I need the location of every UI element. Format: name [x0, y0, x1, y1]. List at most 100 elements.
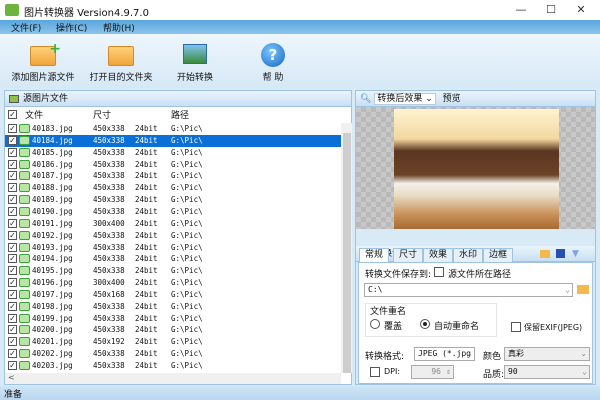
row-checkbox[interactable]: ✓ [8, 124, 17, 133]
row-checkbox[interactable]: ✓ [8, 289, 17, 299]
file-row[interactable]: ✓ 40188.jpg 450x338 24bit G:\Pic\ [5, 182, 341, 194]
source-files-header: 源图片文件 [5, 91, 351, 107]
menu-operation[interactable]: 操作(C) [56, 21, 87, 34]
file-row[interactable]: ✓ 40199.jpg 450x338 24bit G:\Pic\ [5, 313, 341, 325]
row-checkbox[interactable]: ✓ [8, 206, 17, 216]
file-row[interactable]: ✓ 40186.jpg 450x338 24bit G:\Pic\ [5, 159, 341, 171]
close-button[interactable]: ✕ [566, 2, 596, 18]
file-path: G:\Pic\ [171, 278, 203, 288]
file-row[interactable]: ✓ 40192.jpg 450x338 24bit G:\Pic\ [5, 230, 341, 242]
format-select[interactable]: JPEG (*.jpg ⌄ [414, 347, 475, 361]
tab-size[interactable]: 尺寸 [393, 248, 424, 263]
file-bit-depth: 24bit [135, 337, 158, 347]
dropdown-arrow-icon[interactable]: ▼ [572, 246, 579, 262]
row-checkbox[interactable]: ✓ [8, 135, 17, 145]
preview-label: 预览 [442, 94, 461, 104]
file-row[interactable]: ✓ 40195.jpg 450x338 24bit G:\Pic\ [5, 265, 341, 277]
row-checkbox[interactable]: ✓ [8, 301, 17, 311]
file-row[interactable]: ✓ 40189.jpg 450x338 24bit G:\Pic\ [5, 194, 341, 206]
convert-image-icon [183, 44, 207, 64]
file-row[interactable]: ✓ 40187.jpg 450x338 24bit G:\Pic\ [5, 170, 341, 182]
open-folder-icon[interactable] [540, 250, 550, 258]
start-convert-button[interactable]: 开始转换 [170, 34, 220, 88]
file-dimensions: 450x338 [93, 230, 125, 240]
color-select[interactable]: 真彩 ⌄ [504, 347, 590, 361]
column-header-path[interactable]: 路径 [171, 108, 189, 122]
row-checkbox[interactable]: ✓ [8, 313, 17, 323]
row-checkbox[interactable]: ✓ [8, 361, 17, 370]
file-path: G:\Pic\ [171, 195, 203, 205]
row-checkbox[interactable]: ✓ [8, 337, 17, 347]
row-checkbox[interactable]: ✓ [8, 183, 17, 193]
file-row[interactable]: ✓ 40183.jpg 450x338 24bit G:\Pic\ [5, 123, 341, 135]
file-dimensions: 450x338 [93, 313, 125, 323]
file-dimensions: 450x338 [93, 159, 125, 169]
tab-general[interactable]: 常规 [359, 248, 390, 263]
output-path-combobox[interactable]: C:\ ⌄ [364, 283, 573, 297]
row-checkbox[interactable]: ✓ [8, 242, 17, 252]
column-header-size[interactable]: 尺寸 [93, 108, 111, 122]
menu-help[interactable]: 帮助(H) [103, 21, 135, 34]
maximize-button[interactable]: ☐ [536, 2, 566, 18]
file-row[interactable]: ✓ 40200.jpg 450x338 24bit G:\Pic\ [5, 324, 341, 336]
row-checkbox[interactable]: ✓ [8, 147, 17, 157]
file-path: G:\Pic\ [171, 124, 203, 133]
file-row[interactable]: ✓ 40190.jpg 450x338 24bit G:\Pic\ [5, 206, 341, 218]
file-row[interactable]: ✓ 40196.jpg 300x400 24bit G:\Pic\ [5, 277, 341, 289]
file-row[interactable]: ✓ 40193.jpg 450x338 24bit G:\Pic\ [5, 242, 341, 254]
menu-file[interactable]: 文件(F) [11, 21, 41, 34]
row-checkbox[interactable]: ✓ [8, 254, 17, 264]
file-bit-depth: 24bit [135, 266, 158, 276]
browse-folder-icon[interactable] [577, 285, 589, 294]
minimize-button[interactable]: — [506, 2, 536, 18]
dpi-checkbox[interactable] [370, 367, 380, 377]
preview-area [356, 107, 595, 229]
row-checkbox[interactable]: ✓ [8, 325, 17, 335]
file-bit-depth: 24bit [135, 147, 158, 157]
file-row[interactable]: ✓ 40185.jpg 450x338 24bit G:\Pic\ [5, 147, 341, 159]
auto-rename-radio[interactable] [420, 319, 430, 329]
keep-exif-checkbox[interactable] [511, 322, 521, 332]
file-row[interactable]: ✓ 40197.jpg 450x168 24bit G:\Pic\ [5, 289, 341, 301]
tab-border[interactable]: 边框 [483, 248, 514, 263]
file-name: 40191.jpg [32, 218, 73, 228]
row-checkbox[interactable]: ✓ [8, 218, 17, 228]
row-checkbox[interactable]: ✓ [8, 171, 17, 181]
tab-effect[interactable]: 效果 [423, 248, 454, 263]
quality-select[interactable]: 90 ⌄ [504, 365, 590, 379]
file-path: G:\Pic\ [171, 325, 203, 335]
row-checkbox[interactable]: ✓ [8, 278, 17, 288]
file-row[interactable]: ✓ 40198.jpg 450x338 24bit G:\Pic\ [5, 301, 341, 313]
file-path: G:\Pic\ [171, 135, 203, 145]
open-target-folder-button[interactable]: 打开目的文件夹 [86, 34, 156, 88]
tab-watermark[interactable]: 水印 [453, 248, 484, 263]
file-bit-depth: 24bit [135, 206, 158, 216]
horizontal-scrollbar[interactable]: < [5, 373, 341, 384]
file-bit-depth: 24bit [135, 289, 158, 299]
add-source-button[interactable]: + 添加图片源文件 [8, 34, 78, 88]
file-row[interactable]: ✓ 40194.jpg 450x338 24bit G:\Pic\ [5, 253, 341, 265]
source-path-checkbox[interactable] [434, 267, 444, 277]
file-row[interactable]: ✓ 40203.jpg 450x338 24bit G:\Pic\ [5, 360, 341, 372]
file-row[interactable]: ✓ 40202.jpg 450x338 24bit G:\Pic\ [5, 348, 341, 360]
file-dimensions: 450x338 [93, 242, 125, 252]
row-checkbox[interactable]: ✓ [8, 266, 17, 276]
file-row[interactable]: ✓ 40184.jpg 450x338 24bit G:\Pic\ [5, 134, 341, 147]
file-row[interactable]: ✓ 40201.jpg 450x192 24bit G:\Pic\ [5, 336, 341, 348]
preview-mode-select[interactable]: 转换后效果 ⌄ [374, 93, 436, 105]
help-button[interactable]: ? 帮 助 [250, 34, 296, 88]
file-row[interactable]: ✓ 40191.jpg 300x400 24bit G:\Pic\ [5, 218, 341, 230]
row-checkbox[interactable]: ✓ [8, 349, 17, 359]
column-header-file[interactable]: 文件 [25, 108, 43, 122]
file-name: 40202.jpg [32, 349, 73, 359]
jpg-file-icon [19, 242, 30, 252]
row-checkbox[interactable]: ✓ [8, 230, 17, 240]
dpi-stepper[interactable]: 96 ⇕ [411, 365, 454, 379]
row-checkbox[interactable]: ✓ [8, 159, 17, 169]
scrollbar-thumb[interactable] [343, 133, 351, 373]
row-checkbox[interactable]: ✓ [8, 195, 17, 205]
save-icon[interactable] [556, 249, 565, 258]
color-label: 颜色 [483, 352, 502, 362]
overwrite-radio[interactable] [370, 319, 380, 329]
select-all-checkbox[interactable]: ✓ [8, 110, 17, 119]
